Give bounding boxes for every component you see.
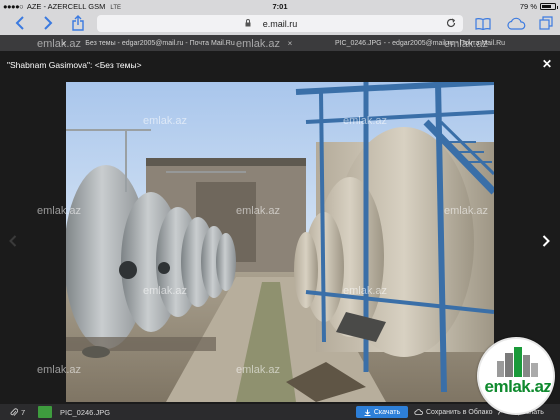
watermark-text: emlak.az (143, 285, 188, 297)
attachment-count[interactable]: 7 (10, 408, 25, 417)
reload-icon[interactable] (445, 17, 457, 29)
browser-tab-mail[interactable]: Без темы - edgar2005@mail.ru - Почта Mai… (60, 35, 260, 51)
watermark-text: emlak.az (343, 115, 388, 127)
download-icon (364, 409, 371, 416)
carrier-name: AZE - AZERCELL GSM (26, 2, 106, 11)
save-to-cloud-button[interactable]: Сохранить в Облако (414, 406, 493, 418)
watermark-text: emlak.az (236, 38, 281, 50)
previous-image-icon[interactable] (8, 233, 18, 249)
sender-subject-line: "Shabnam Gasimova": <Без темы> (7, 60, 142, 70)
paperclip-icon (10, 408, 18, 416)
building-skyline-icon (497, 347, 538, 377)
watermark-text: emlak.az (236, 205, 281, 217)
battery-icon (540, 3, 558, 10)
bookmarks-icon[interactable] (475, 14, 491, 32)
tab-close-icon[interactable]: × (286, 39, 294, 48)
photo-tanks-yard (66, 82, 494, 402)
tab-label: Без темы - edgar2005@mail.ru - Почта Mai… (85, 39, 235, 47)
network-type: LTE (110, 5, 121, 11)
signal-dots-icon: ●●●●○ (3, 2, 24, 11)
attachment-photo (66, 82, 494, 402)
tabs-overview-icon[interactable] (538, 14, 554, 32)
watermark-text: emlak.az (343, 285, 388, 297)
back-arrow-icon[interactable] (12, 14, 28, 32)
address-bar[interactable]: e.mail.ru (97, 15, 463, 32)
watermark-text: emlak.az (37, 205, 82, 217)
logo-text: emlak.az (484, 377, 552, 396)
battery-status: 79 % (519, 2, 558, 11)
forward-arrow-icon[interactable] (40, 14, 56, 32)
icloud-tabs-icon[interactable] (505, 14, 527, 32)
attachment-toolbar: 7 PIC_0246.JPG Скачать Сохранить в Облак… (0, 404, 560, 420)
safari-toolbar: e.mail.ru (0, 12, 560, 35)
close-icon[interactable]: ✕ (541, 57, 553, 71)
cloud-icon (414, 409, 423, 415)
next-image-icon[interactable] (541, 233, 551, 249)
save-to-cloud-label: Сохранить в Облако (426, 408, 493, 416)
lock-icon (245, 19, 251, 29)
watermark-text: emlak.az (444, 38, 489, 50)
download-button[interactable]: Скачать (356, 406, 408, 418)
attachment-filename: PIC_0246.JPG (60, 408, 111, 417)
battery-percent: 79 % (519, 2, 537, 11)
attachment-thumbnail[interactable] (38, 406, 52, 418)
emlak-logo: emlak.az (477, 337, 555, 415)
status-bar: ●●●●○ AZE - AZERCELL GSM LTE 7:01 79 % (0, 0, 560, 12)
watermark-text: emlak.az (37, 38, 82, 50)
download-label: Скачать (373, 408, 401, 416)
carrier-info: ●●●●○ AZE - AZERCELL GSM LTE (3, 2, 121, 11)
attachment-count-value: 7 (21, 408, 26, 417)
share-icon[interactable] (70, 14, 86, 32)
watermark-text: emlak.az (236, 364, 281, 376)
watermark-text: emlak.az (444, 205, 489, 217)
url-text: e.mail.ru (262, 18, 298, 29)
watermark-text: emlak.az (37, 364, 82, 376)
watermark-text: emlak.az (143, 115, 188, 127)
